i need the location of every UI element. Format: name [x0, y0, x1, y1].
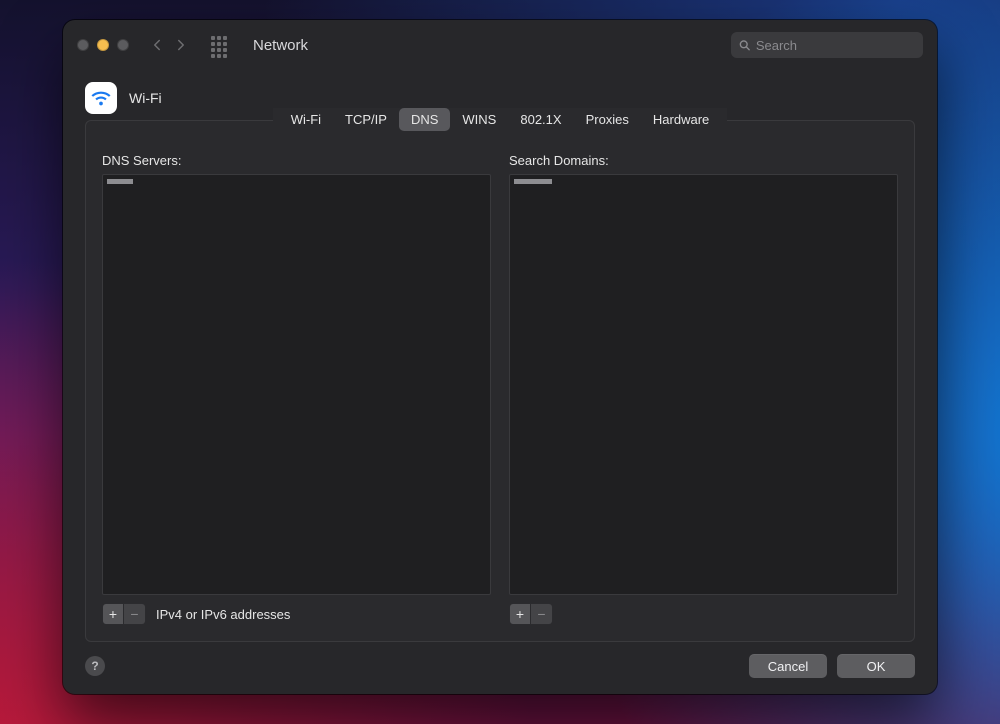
tab-proxies[interactable]: Proxies: [574, 108, 641, 131]
wifi-icon: [85, 82, 117, 114]
add-search-domain-button[interactable]: +: [509, 603, 531, 625]
tab-tcp-ip[interactable]: TCP/IP: [333, 108, 399, 131]
forward-icon[interactable]: [175, 39, 187, 51]
remove-search-domain-button[interactable]: −: [531, 603, 553, 625]
list-item[interactable]: [107, 179, 133, 184]
show-all-icon[interactable]: [211, 36, 229, 54]
tab-wi-fi[interactable]: Wi-Fi: [279, 108, 333, 131]
cancel-button[interactable]: Cancel: [749, 654, 827, 678]
list-item[interactable]: [514, 179, 552, 184]
back-icon[interactable]: [151, 39, 163, 51]
nav-buttons: [151, 39, 187, 51]
dns-servers-label: DNS Servers:: [102, 153, 491, 168]
dns-hint: IPv4 or IPv6 addresses: [156, 607, 290, 622]
window-controls: [77, 39, 129, 51]
minimize-window-button[interactable]: [97, 39, 109, 51]
service-name: Wi-Fi: [129, 90, 162, 106]
search-field[interactable]: [731, 32, 923, 58]
titlebar: Network: [63, 20, 937, 70]
search-domains-label: Search Domains:: [509, 153, 898, 168]
close-window-button[interactable]: [77, 39, 89, 51]
dns-servers-list[interactable]: [102, 174, 491, 595]
dns-servers-pm-group: + −: [102, 603, 146, 625]
tab-802-1x[interactable]: 802.1X: [508, 108, 573, 131]
search-domains-column: Search Domains: + −: [509, 153, 898, 625]
settings-panel: Wi-FiTCP/IPDNSWINS802.1XProxiesHardware …: [85, 120, 915, 642]
search-icon: [739, 39, 750, 51]
content-area: Wi-Fi Wi-FiTCP/IPDNSWINS802.1XProxiesHar…: [63, 70, 937, 694]
footer: ? Cancel OK: [85, 654, 915, 678]
system-preferences-window: Network Wi-Fi Wi-FiTCP/IPDNSWINS802.1XPr…: [63, 20, 937, 694]
tab-dns[interactable]: DNS: [399, 108, 450, 131]
search-domains-pm-group: + −: [509, 603, 553, 625]
tab-wins[interactable]: WINS: [450, 108, 508, 131]
dns-servers-column: DNS Servers: + − IPv4 or IPv6 addresses: [102, 153, 491, 625]
window-title: Network: [253, 37, 308, 54]
ok-button[interactable]: OK: [837, 654, 915, 678]
add-dns-server-button[interactable]: +: [102, 603, 124, 625]
tab-bar: Wi-FiTCP/IPDNSWINS802.1XProxiesHardware: [273, 108, 728, 131]
tab-hardware[interactable]: Hardware: [641, 108, 721, 131]
help-button[interactable]: ?: [85, 656, 105, 676]
search-domains-list[interactable]: [509, 174, 898, 595]
remove-dns-server-button[interactable]: −: [124, 603, 146, 625]
search-input[interactable]: [756, 38, 915, 53]
zoom-window-button[interactable]: [117, 39, 129, 51]
dns-columns: DNS Servers: + − IPv4 or IPv6 addresses …: [102, 153, 898, 625]
